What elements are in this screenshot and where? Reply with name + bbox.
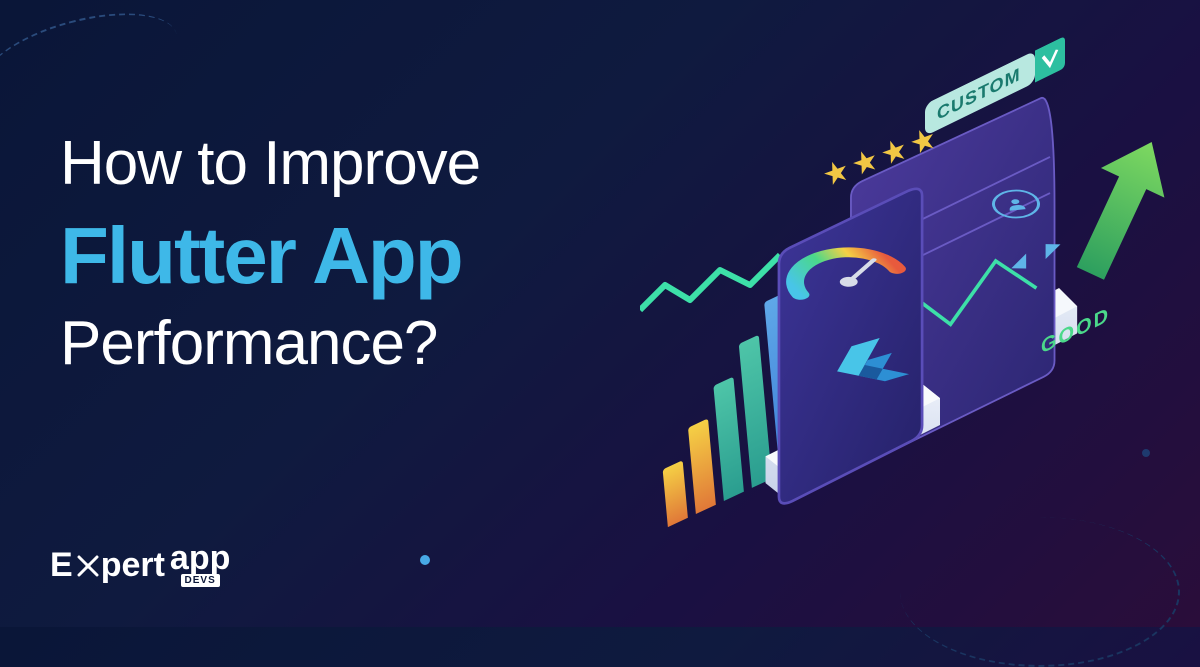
front-phone bbox=[750, 170, 960, 510]
bar bbox=[688, 418, 716, 514]
page-title: How to Improve Flutter App Performance? bbox=[60, 130, 480, 378]
hero-illustration: CUSTOM ◀ ▶ GOOD bbox=[620, 50, 1160, 570]
logo-text-pert: pert bbox=[101, 546, 165, 585]
decorative-dot bbox=[420, 555, 430, 565]
growth-arrow-icon bbox=[1070, 130, 1170, 290]
title-line-1: How to Improve bbox=[60, 130, 480, 198]
logo-text-devs: DEVS bbox=[181, 574, 220, 587]
bar bbox=[713, 377, 743, 501]
title-line-2: Flutter App bbox=[60, 216, 480, 296]
title-line-3: Performance? bbox=[60, 310, 480, 378]
logo-letter-e: E bbox=[50, 546, 73, 585]
brand-logo: E pert app DEVS bbox=[50, 545, 230, 587]
logo-x-icon bbox=[75, 553, 101, 579]
decorative-dash-top bbox=[0, 0, 187, 125]
logo-text-app: app bbox=[170, 545, 230, 572]
logo-app-group: app DEVS bbox=[170, 545, 230, 587]
bar bbox=[663, 460, 688, 527]
